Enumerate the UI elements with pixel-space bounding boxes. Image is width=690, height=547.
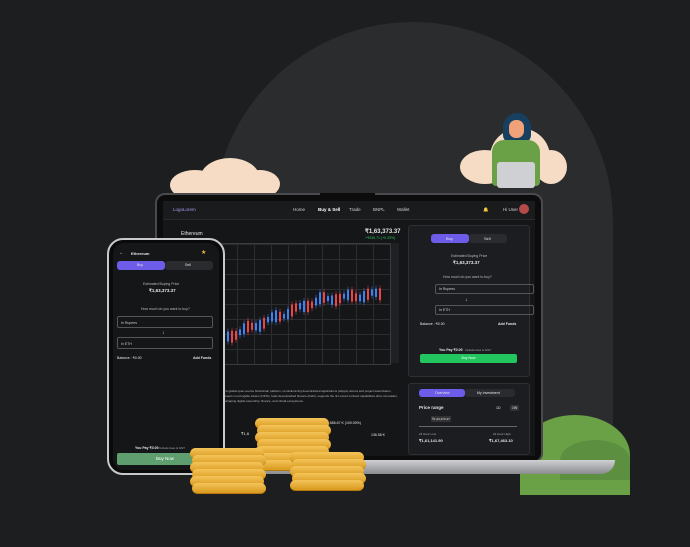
phone-rupees-input[interactable]: In Rupees <box>117 316 213 328</box>
buy-now-button[interactable]: Buy Now <box>420 354 517 363</box>
chart-scale <box>391 243 399 363</box>
phone-tab-buy-label: Buy <box>137 263 144 267</box>
avatar[interactable] <box>519 204 529 214</box>
eth-input[interactable]: In ETH <box>435 305 534 315</box>
logo[interactable]: LogoLorem <box>173 207 196 212</box>
coin <box>290 480 364 491</box>
phone-estimated-price: ₹1,63,373.37 <box>149 288 176 293</box>
phone-balance-label: Balance : ₹0.00 <box>117 356 142 360</box>
nav-wallet[interactable]: Wallet <box>397 207 409 212</box>
phone-estimated-label: Estimated Buying Price <box>143 282 180 286</box>
current-price-tag: ₹1,63,373.37 <box>431 416 451 422</box>
tab-sell-label: Sell <box>484 236 491 241</box>
phone-star-icon[interactable]: ★ <box>201 249 206 256</box>
estimated-price: ₹1,63,373.37 <box>453 260 480 265</box>
laptop-notch <box>320 193 375 201</box>
user-greeting[interactable]: Hi User <box>503 207 518 212</box>
phone-tab-sell-label: Sell <box>185 263 191 267</box>
asset-name[interactable]: Ethereum <box>181 231 203 237</box>
phone-fees-note: Include fees & GST <box>159 446 186 450</box>
range-1w[interactable]: 1W <box>510 405 520 411</box>
range-1d[interactable]: 1D <box>496 406 500 410</box>
arrow-down-icon: ↓ <box>465 297 468 303</box>
low-value: ₹1,61,141.90 <box>419 438 443 443</box>
asset-description: first global open-source blockchain plat… <box>223 389 398 403</box>
nav-bnpl[interactable]: BNPL <box>373 207 385 212</box>
estimated-label: Estimated Buying Price <box>451 254 488 258</box>
phone-arrow-down-icon: ↓ <box>162 330 165 336</box>
phone-back-icon[interactable]: ← <box>119 250 124 256</box>
price-change: +₹936.71 (+0.33%) <box>365 236 396 240</box>
tab-buy-label: Buy <box>446 236 453 241</box>
phone-eth-input[interactable]: In ETH <box>117 337 213 349</box>
candles <box>223 285 381 346</box>
fees-note: Include fees & GST <box>465 348 492 352</box>
price-range-title: Price range <box>419 405 444 410</box>
phone-buy-question: How much do you want to buy? <box>141 307 190 311</box>
high-value: ₹1,67,463.10 <box>489 438 513 443</box>
coin <box>192 483 266 494</box>
nav-buy-sell[interactable]: Buy & Sell <box>318 207 340 212</box>
top-nav: LogoLorem Home Buy & Sell Trade BNPL Wal… <box>163 201 535 220</box>
balance-label: Balance : ₹0.00 <box>420 322 445 326</box>
asset-price: ₹1,63,373.37 <box>365 229 401 235</box>
phone-add-funds-link[interactable]: Add Funds <box>193 356 211 360</box>
you-pay: You Pay ₹0.00 <box>439 348 463 352</box>
nav-trade[interactable]: Trade <box>349 207 361 212</box>
bell-icon[interactable]: 🔔 <box>483 207 489 213</box>
range-track <box>419 426 517 427</box>
phone-you-pay: You Pay ₹0.00 <box>135 446 159 450</box>
buy-question: How much do you want to buy? <box>443 275 492 279</box>
high-label: 24 Hour High <box>493 432 511 436</box>
phone-asset-name: Ethereum <box>131 251 150 256</box>
nav-home[interactable]: Home <box>293 207 305 212</box>
tab-overview-label: Overview <box>435 391 450 395</box>
stat-right-b: 136.58 K <box>371 433 386 437</box>
stat-left: ₹1,6 <box>241 431 250 436</box>
add-funds-link[interactable]: Add Funds <box>498 322 516 326</box>
tab-my-investment-label: My Investment <box>477 391 500 395</box>
rupees-input[interactable]: In Rupees <box>435 284 534 294</box>
low-label: 24 Hour Low <box>419 432 437 436</box>
phone-screen: ← Ethereum ★ Buy Sell Estimated Buying P… <box>113 243 219 470</box>
